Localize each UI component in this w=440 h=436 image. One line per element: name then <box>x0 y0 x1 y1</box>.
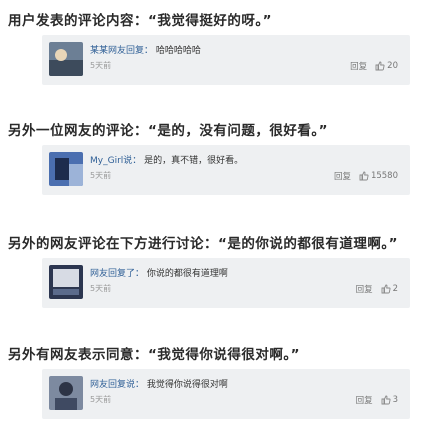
quote-text: 是的，真不错，很好看。 <box>144 156 244 166</box>
thumbnail-graphic <box>49 376 83 410</box>
like-count: 15580 <box>370 171 398 181</box>
thumbs-up-icon <box>381 284 391 294</box>
thumbs-up-icon <box>375 61 385 71</box>
comment-author-link[interactable]: 网友回复说： <box>90 380 144 390</box>
like-count: 3 <box>392 395 398 405</box>
comment-actions: 回复 20 <box>350 60 398 72</box>
comment-meta: 5天前 <box>90 61 112 70</box>
like-button[interactable]: 20 <box>375 61 398 71</box>
thumbs-up-icon <box>359 171 369 181</box>
like-button[interactable]: 15580 <box>359 171 398 181</box>
comment-meta: 5天前 <box>90 395 112 404</box>
quoted-comment-card[interactable]: My_Girl说： 是的，真不错，很好看。 5天前 回复 15580 <box>42 145 410 195</box>
reply-button[interactable]: 回复 <box>356 283 373 295</box>
comment-meta: 5天前 <box>90 284 112 293</box>
quote-text: 哈哈哈哈哈 <box>155 46 201 56</box>
like-button[interactable]: 2 <box>381 284 398 294</box>
quoted-comment-card[interactable]: 网友回复了： 你说的都很有道理啊 5天前 回复 2 <box>42 258 410 308</box>
comment-meta: 5天前 <box>90 171 112 180</box>
like-count: 20 <box>387 61 398 71</box>
comment-author-link[interactable]: 网友回复了： <box>90 269 144 279</box>
comment-headline: 另外的网友评论在下方进行讨论：“是的你说的都很有道理啊。” <box>8 236 398 252</box>
comment-headline: 另外有网友表示同意：“我觉得你说得很对啊。” <box>8 347 300 363</box>
quoted-comment-card[interactable]: 某某网友回复： 哈哈哈哈哈 5天前 回复 20 <box>42 35 410 85</box>
quote-text: 你说的都很有道理啊 <box>146 269 228 279</box>
like-count: 2 <box>392 284 398 294</box>
thumbs-up-icon <box>381 395 391 405</box>
comment-author-link[interactable]: My_Girl说： <box>90 156 141 166</box>
quote-line: My_Girl说： 是的，真不错，很好看。 <box>90 153 243 166</box>
thumbnail-image[interactable] <box>49 42 83 76</box>
thumbnail-image[interactable] <box>49 265 83 299</box>
thumbnail-graphic <box>49 152 83 186</box>
comment-feed: 用户发表的评论内容：“我觉得挺好的呀。” 某某网友回复： 哈哈哈哈哈 5天前 回… <box>0 0 440 436</box>
quote-text: 我觉得你说得很对啊 <box>146 380 228 390</box>
comment-actions: 回复 15580 <box>334 170 398 182</box>
thumbnail-image[interactable] <box>49 152 83 186</box>
reply-button[interactable]: 回复 <box>356 394 373 406</box>
comment-actions: 回复 3 <box>356 394 398 406</box>
thumbnail-image[interactable] <box>49 376 83 410</box>
comment-headline: 用户发表的评论内容：“我觉得挺好的呀。” <box>8 13 272 29</box>
thumbnail-graphic <box>49 42 83 76</box>
like-button[interactable]: 3 <box>381 395 398 405</box>
comment-author-link[interactable]: 某某网友回复： <box>90 46 153 56</box>
reply-button[interactable]: 回复 <box>350 60 367 72</box>
quote-line: 某某网友回复： 哈哈哈哈哈 <box>90 43 201 56</box>
reply-button[interactable]: 回复 <box>334 170 351 182</box>
quote-line: 网友回复了： 你说的都很有道理啊 <box>90 266 228 279</box>
quoted-comment-card[interactable]: 网友回复说： 我觉得你说得很对啊 5天前 回复 3 <box>42 369 410 419</box>
comment-actions: 回复 2 <box>356 283 398 295</box>
comment-headline: 另外一位网友的评论：“是的，没有问题，很好看。” <box>8 123 328 139</box>
thumbnail-graphic <box>49 265 83 299</box>
quote-line: 网友回复说： 我觉得你说得很对啊 <box>90 377 228 390</box>
